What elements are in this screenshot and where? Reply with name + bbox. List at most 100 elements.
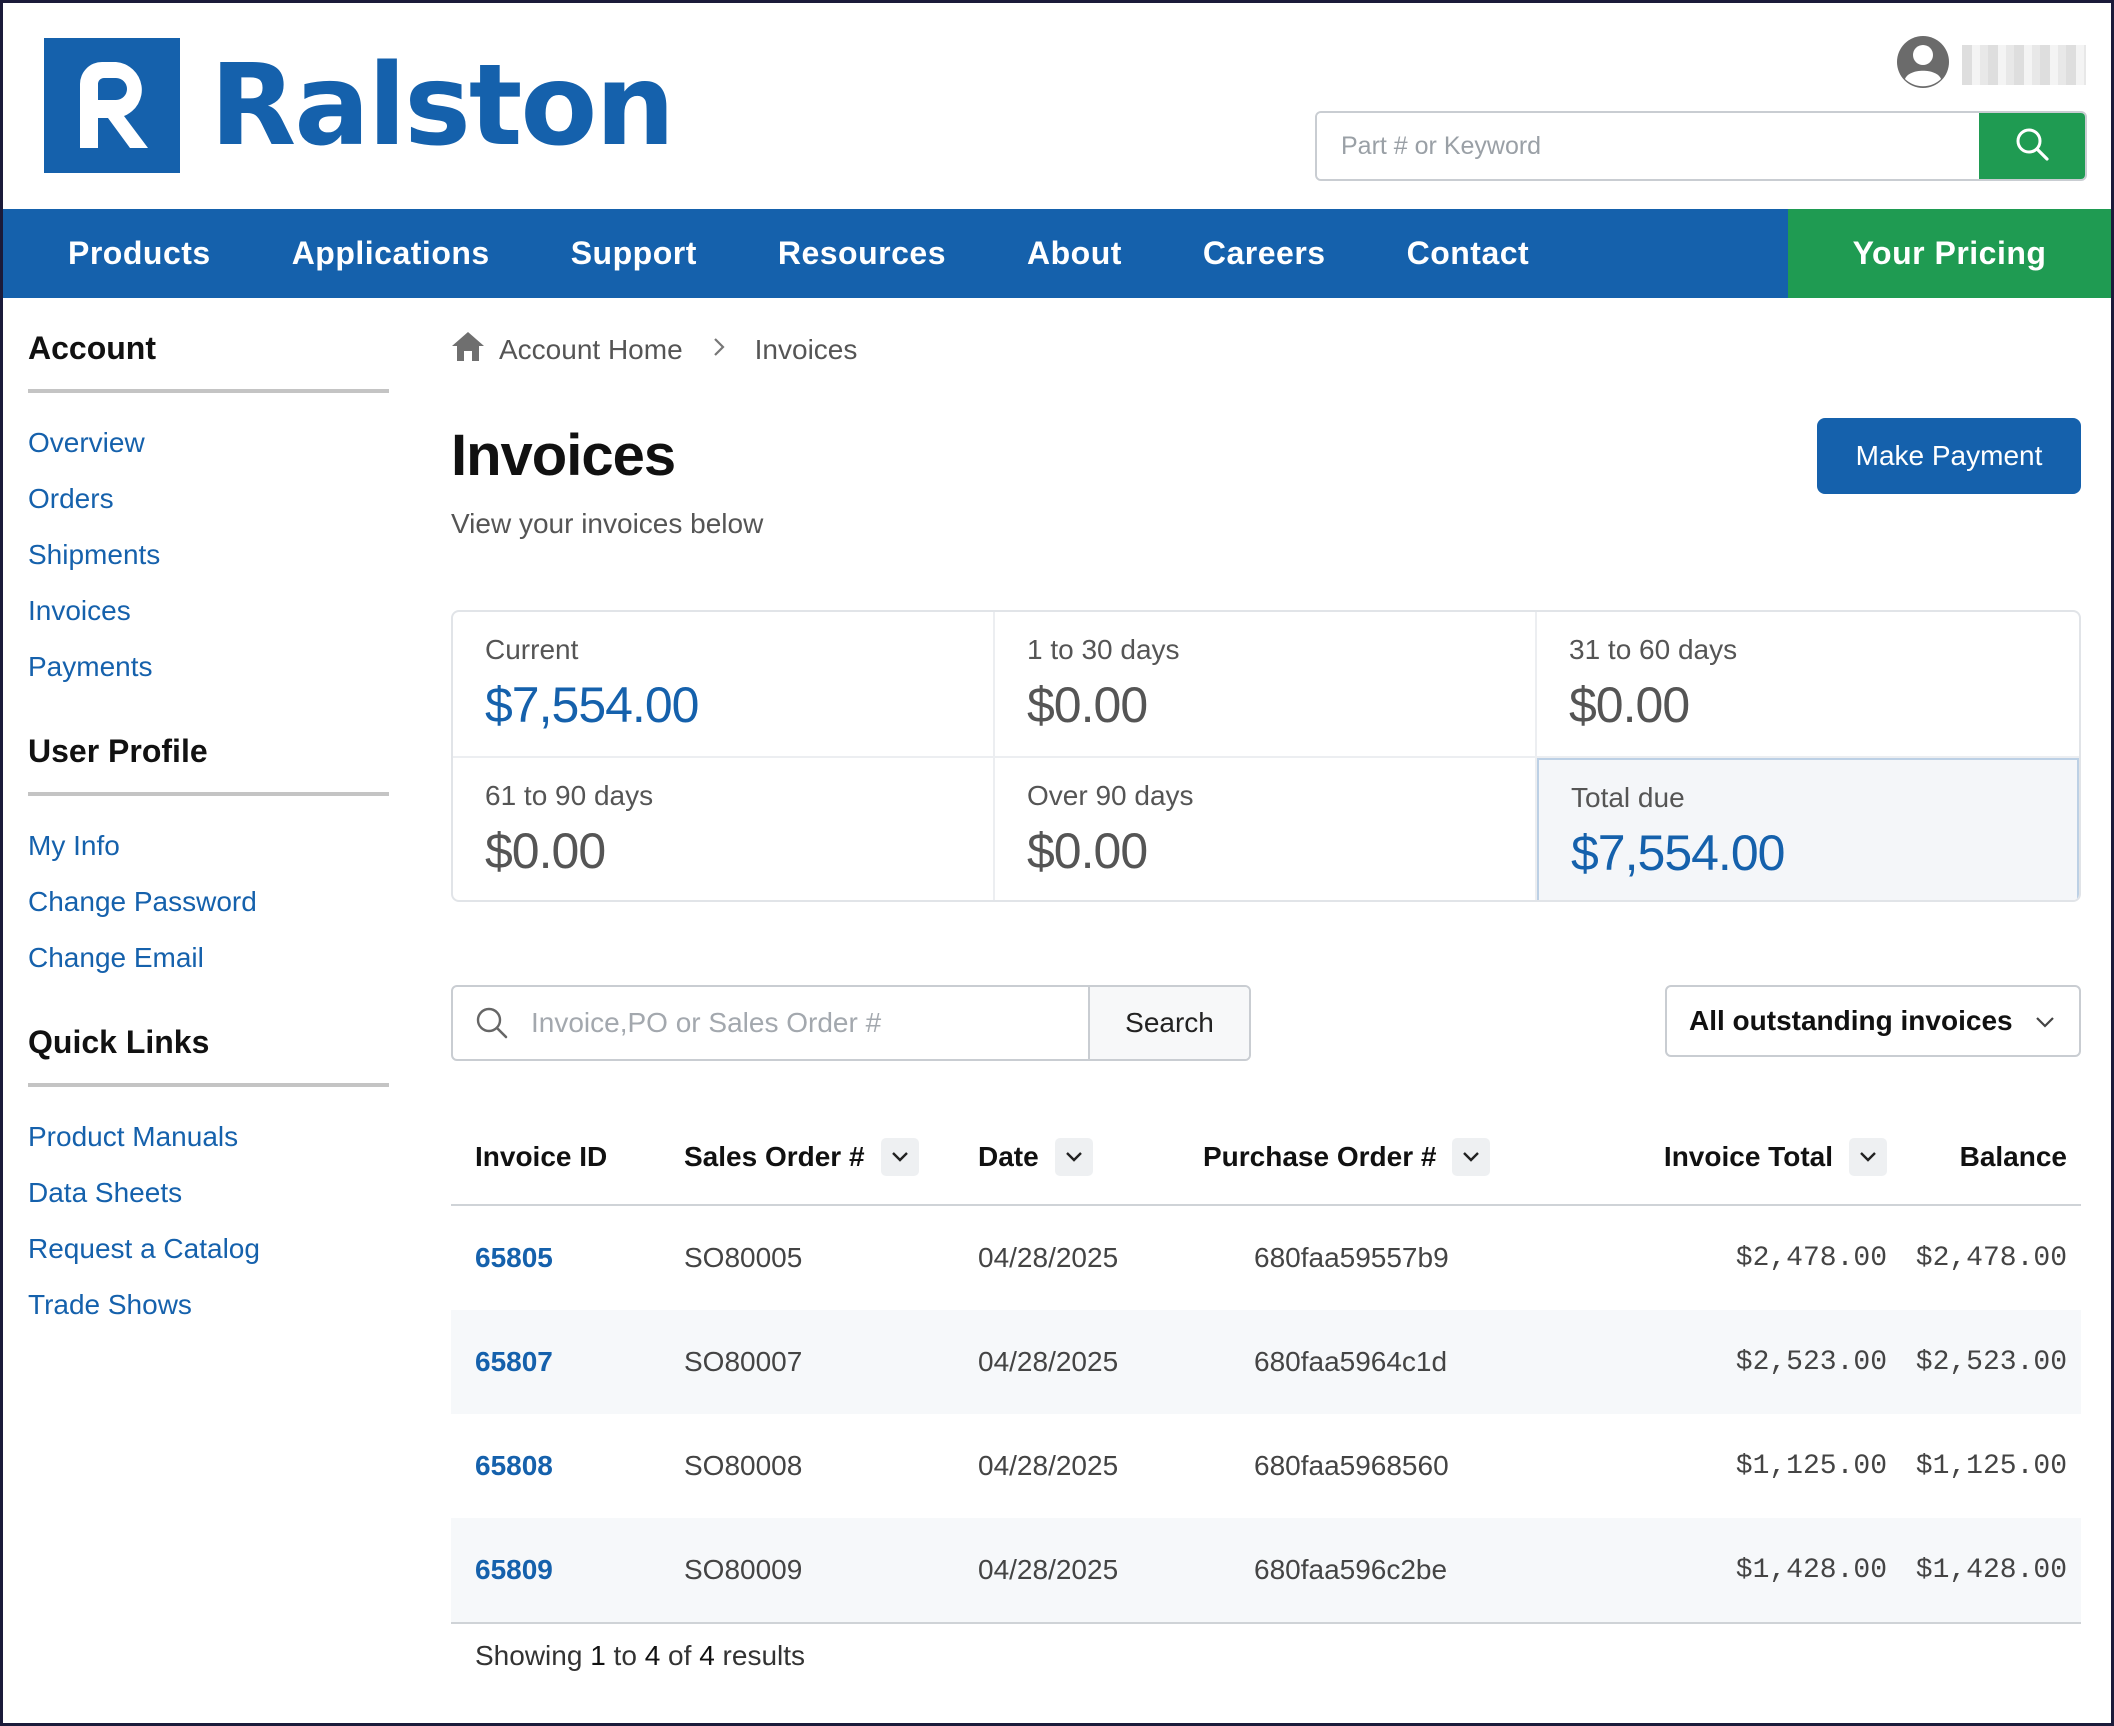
results-suffix: results	[722, 1640, 806, 1671]
col-sales-order: Sales Order #	[684, 1138, 978, 1176]
header-search-input[interactable]	[1317, 113, 1979, 179]
col-label: Sales Order #	[684, 1141, 865, 1172]
main-nav: Products Applications Support Resources …	[3, 209, 2111, 298]
nav-applications[interactable]: Applications	[292, 235, 490, 272]
invoice-status-select[interactable]: All outstanding invoices	[1665, 985, 2081, 1057]
sidebar-item-request-catalog[interactable]: Request a Catalog	[28, 1221, 389, 1277]
results-from: 1	[590, 1640, 606, 1671]
sidebar-section-title: User Profile	[28, 733, 389, 796]
user-menu[interactable]	[1896, 35, 2086, 94]
aging-value: $0.00	[1027, 677, 1148, 733]
balance-cell: $1,125.00	[1915, 1450, 2067, 1482]
user-name-redacted	[1962, 44, 2086, 85]
invoice-id-link[interactable]: 65808	[451, 1450, 684, 1482]
purchase-order-cell: 680faa5964c1d	[1254, 1346, 1448, 1377]
invoice-total-cell: $2,523.00	[1735, 1346, 1887, 1378]
table-row: 65808 SO80008 04/28/2025 680faa5968560 $…	[451, 1414, 2081, 1518]
header-search-button[interactable]	[1979, 113, 2085, 179]
balance-cell: $1,428.00	[1915, 1554, 2067, 1586]
nav-support[interactable]: Support	[571, 235, 697, 272]
purchase-order-cell: 680faa59557b9	[1254, 1242, 1449, 1273]
brand-logo[interactable]: Ralston	[44, 38, 675, 173]
invoice-id-link[interactable]: 65805	[451, 1242, 684, 1274]
aging-value: $0.00	[1027, 823, 1148, 879]
invoices-table: Invoice ID Sales Order # Date Purchase O…	[451, 1110, 2081, 1624]
invoice-search-input[interactable]	[531, 987, 1088, 1059]
sidebar-section-title: Account	[28, 330, 389, 393]
home-icon[interactable]	[451, 330, 485, 369]
nav-careers[interactable]: Careers	[1203, 235, 1326, 272]
sort-invoice-total-button[interactable]	[1849, 1138, 1887, 1176]
aging-summary: Current $7,554.00 1 to 30 days $0.00 31 …	[451, 610, 2081, 902]
sidebar-item-data-sheets[interactable]: Data Sheets	[28, 1165, 389, 1221]
sidebar-item-invoices[interactable]: Invoices	[28, 583, 389, 639]
chevron-right-icon	[711, 334, 727, 366]
col-label: Date	[978, 1141, 1039, 1172]
results-prefix: Showing	[475, 1640, 583, 1671]
aging-current: Current $7,554.00	[453, 612, 995, 758]
col-invoice-total: Invoice Total	[1548, 1138, 1887, 1176]
user-circle-icon	[1896, 35, 1950, 94]
sidebar-section-quick-links: Quick Links Product Manuals Data Sheets …	[28, 1024, 389, 1333]
aging-value: $7,554.00	[485, 677, 699, 733]
breadcrumb: Account Home Invoices	[451, 330, 2081, 369]
chevron-down-icon	[1463, 1152, 1480, 1162]
sidebar-item-my-info[interactable]: My Info	[28, 818, 389, 874]
invoice-search-button[interactable]: Search	[1088, 987, 1249, 1059]
nav-resources[interactable]: Resources	[778, 235, 946, 272]
invoice-filters: Search All outstanding invoices	[451, 985, 2081, 1061]
sidebar-section-title: Quick Links	[28, 1024, 389, 1087]
breadcrumb-account-home[interactable]: Account Home	[499, 334, 683, 366]
col-label: Purchase Order #	[1203, 1141, 1437, 1172]
invoice-total-cell: $2,478.00	[1735, 1242, 1887, 1274]
sales-order-cell: SO80007	[684, 1346, 803, 1377]
sidebar-item-shipments[interactable]: Shipments	[28, 527, 389, 583]
purchase-order-cell: 680faa596c2be	[1254, 1554, 1448, 1585]
invoice-total-cell: $1,125.00	[1735, 1450, 1887, 1482]
balance-cell: $2,478.00	[1915, 1242, 2067, 1274]
page-subtitle: View your invoices below	[451, 508, 764, 539]
sales-order-cell: SO80008	[684, 1450, 803, 1481]
invoice-id-link[interactable]: 65809	[451, 1554, 684, 1586]
sort-sales-order-button[interactable]	[880, 1138, 919, 1176]
col-invoice-id: Invoice ID	[451, 1141, 684, 1173]
sidebar-item-overview[interactable]: Overview	[28, 415, 389, 471]
col-purchase-order: Purchase Order #	[1191, 1138, 1548, 1176]
aging-total-due: Total due $7,554.00	[1537, 758, 2079, 900]
nav-contact[interactable]: Contact	[1407, 235, 1530, 272]
invoice-id-link[interactable]: 65807	[451, 1346, 684, 1378]
main-content: Account Home Invoices Invoices View your…	[451, 330, 2081, 1671]
table-footer-divider	[451, 1622, 2081, 1624]
aging-over-90: Over 90 days $0.00	[995, 758, 1537, 900]
chevron-down-icon	[2033, 1005, 2057, 1037]
sidebar-item-payments[interactable]: Payments	[28, 639, 389, 695]
table-row: 65805 SO80005 04/28/2025 680faa59557b9 $…	[451, 1206, 2081, 1310]
table-row: 65809 SO80009 04/28/2025 680faa596c2be $…	[451, 1518, 2081, 1622]
date-cell: 04/28/2025	[978, 1450, 1119, 1481]
logo-wordmark: Ralston	[210, 40, 675, 171]
aging-61-90: 61 to 90 days $0.00	[453, 758, 995, 900]
breadcrumb-current: Invoices	[754, 333, 858, 365]
nav-products[interactable]: Products	[68, 235, 211, 272]
make-payment-button[interactable]: Make Payment	[1817, 418, 2081, 494]
sales-order-cell: SO80009	[684, 1554, 803, 1585]
nav-about[interactable]: About	[1027, 235, 1122, 272]
sidebar-item-change-password[interactable]: Change Password	[28, 874, 389, 930]
account-sidebar: Account Overview Orders Shipments Invoic…	[28, 330, 389, 1371]
sidebar-item-trade-shows[interactable]: Trade Shows	[28, 1277, 389, 1333]
aging-label: Current	[485, 634, 579, 665]
sidebar-item-orders[interactable]: Orders	[28, 471, 389, 527]
sort-date-button[interactable]	[1054, 1138, 1093, 1176]
sidebar-item-change-email[interactable]: Change Email	[28, 930, 389, 986]
results-of-word: of	[668, 1640, 692, 1671]
aging-label: 61 to 90 days	[485, 780, 654, 811]
your-pricing-button[interactable]: Your Pricing	[1788, 209, 2111, 298]
sidebar-section-user-profile: User Profile My Info Change Password Cha…	[28, 733, 389, 986]
chevron-down-icon	[1065, 1152, 1082, 1162]
sidebar-item-product-manuals[interactable]: Product Manuals	[28, 1109, 389, 1165]
aging-label: 1 to 30 days	[1027, 634, 1180, 665]
col-label: Invoice Total	[1663, 1141, 1833, 1172]
invoice-total-cell: $1,428.00	[1735, 1554, 1887, 1586]
sort-purchase-order-button[interactable]	[1452, 1138, 1491, 1176]
aging-label: Total due	[1571, 782, 1685, 813]
